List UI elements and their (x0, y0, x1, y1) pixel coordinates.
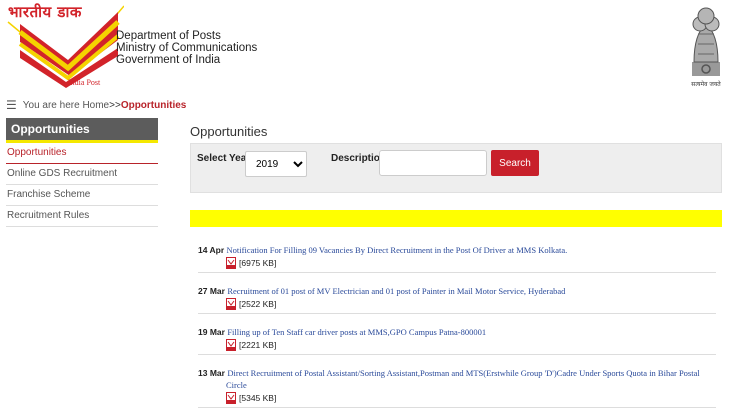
department-line: Government of India (116, 54, 221, 66)
notice-date: 13 Mar (198, 368, 225, 378)
pdf-icon[interactable] (226, 339, 236, 351)
notice-date: 19 Mar (198, 327, 225, 337)
notice-link-continued[interactable]: Circle (226, 380, 247, 390)
year-select[interactable]: 2019 (245, 151, 307, 177)
site-header: भारतीय डाक India Post Department of Post… (0, 0, 730, 92)
breadcrumb-prefix[interactable]: You are here Home (23, 100, 109, 111)
department-title: Department of Posts Ministry of Communic… (116, 30, 257, 66)
pdf-icon[interactable] (226, 257, 236, 269)
file-size: [2522 KB] (239, 299, 277, 309)
pdf-icon[interactable] (226, 392, 236, 404)
sidebar-item-online-gds-recruitment[interactable]: Online GDS Recruitment (6, 164, 158, 185)
breadcrumb-separator: >> (109, 99, 121, 111)
breadcrumb-current: Opportunities (120, 99, 187, 111)
sidebar-item-franchise-scheme[interactable]: Franchise Scheme (6, 185, 158, 206)
sidebar-item-recruitment-rules[interactable]: Recruitment Rules (6, 206, 158, 227)
logo-caption: India Post (68, 78, 101, 87)
sidebar-item-opportunities[interactable]: Opportunities (6, 143, 158, 164)
notice-link[interactable]: Notification For Filling 09 Vacancies By… (227, 245, 568, 255)
list-item: 13 Mar Direct Recruitment of Postal Assi… (198, 367, 716, 408)
india-post-logo[interactable]: भारतीय डाक India Post (6, 2, 124, 88)
breadcrumb: ☰ You are here Home >> Opportunities (6, 98, 186, 112)
national-emblem: सत्यमेव जयते (684, 4, 728, 88)
list-item: 27 Mar Recruitment of 01 post of MV Elec… (198, 285, 716, 314)
description-input[interactable] (379, 150, 487, 176)
file-size: [2221 KB] (239, 340, 277, 350)
notice-link[interactable]: Recruitment of 01 post of MV Electrician… (227, 286, 565, 296)
department-line: Department of Posts (116, 30, 221, 42)
pdf-icon[interactable] (226, 298, 236, 310)
search-button[interactable]: Search (491, 150, 539, 176)
logo-envelope-icon (7, 5, 124, 88)
description-label: Description (331, 153, 387, 164)
notice-link[interactable]: Direct Recruitment of Postal Assistant/S… (227, 368, 699, 378)
hamburger-menu-icon[interactable]: ☰ (6, 98, 17, 112)
list-item: 14 Apr Notification For Filling 09 Vacan… (198, 244, 716, 273)
file-size: [5345 KB] (239, 393, 277, 403)
highlight-bar (190, 210, 722, 227)
file-size: [6975 KB] (239, 258, 277, 268)
filter-panel: Select Year 2019 Description Search (190, 143, 722, 193)
sidebar-heading: Opportunities (6, 118, 158, 143)
page-title: Opportunities (190, 124, 268, 139)
sidebar: Opportunities Opportunities Online GDS R… (6, 118, 158, 227)
notice-link[interactable]: Filling up of Ten Staff car driver posts… (227, 327, 486, 337)
notice-list: 14 Apr Notification For Filling 09 Vacan… (198, 244, 716, 420)
select-year-label: Select Year (197, 153, 251, 164)
notice-date: 27 Mar (198, 286, 225, 296)
department-line: Ministry of Communications (116, 42, 258, 54)
emblem-motto: सत्यमेव जयते (691, 81, 721, 88)
emblem-icon (692, 7, 720, 76)
notice-date: 14 Apr (198, 245, 225, 255)
list-item: 19 Mar Filling up of Ten Staff car drive… (198, 326, 716, 355)
